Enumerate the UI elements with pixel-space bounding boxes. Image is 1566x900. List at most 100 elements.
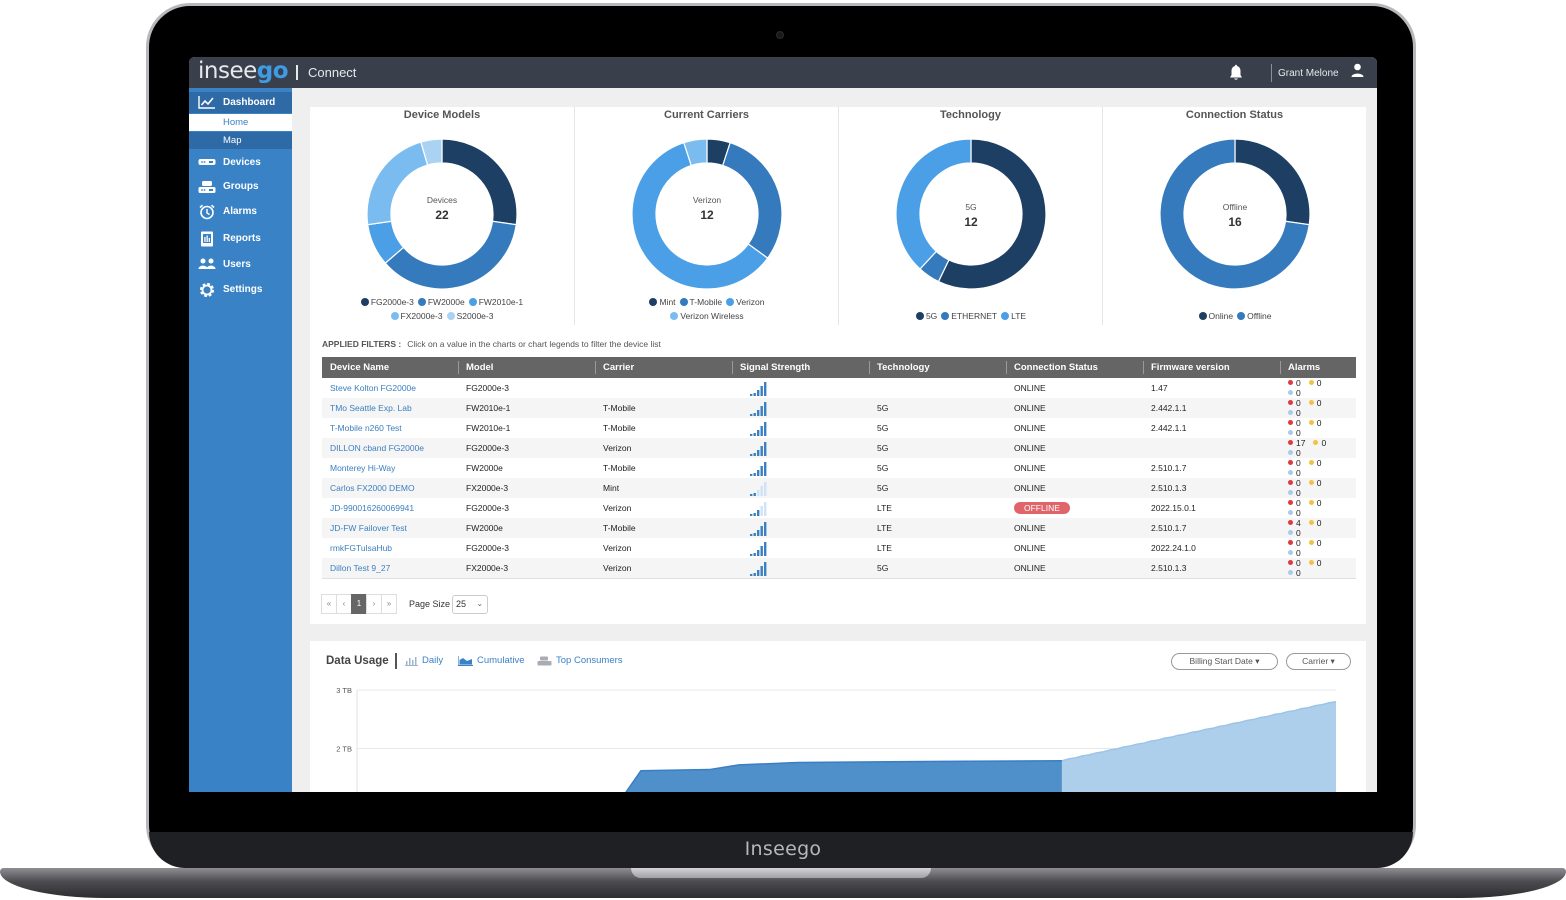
table-row[interactable]: DILLON cband FG2000e FG2000e-3 Verizon 5G ON… xyxy=(322,438,1356,458)
column-header[interactable]: Firmware version xyxy=(1143,357,1280,378)
critical-alarm[interactable]: 0 xyxy=(1288,538,1301,548)
major-alarm[interactable]: 0 xyxy=(1308,478,1321,488)
critical-alarm[interactable]: 0 xyxy=(1288,418,1301,428)
critical-alarm[interactable]: 0 xyxy=(1288,478,1301,488)
legend-item[interactable]: T-Mobile xyxy=(679,295,722,309)
minor-alarm[interactable]: 0 xyxy=(1288,488,1301,498)
sidebar-item-map[interactable]: Map xyxy=(189,132,292,149)
device-name-link[interactable]: DILLON cband FG2000e xyxy=(322,438,458,458)
table-row[interactable]: rmkFGTulsaHub FG2000e-3 Verizon LTE ONLINE 20… xyxy=(322,538,1356,558)
carrier-dropdown[interactable]: Carrier ▾ xyxy=(1286,653,1351,670)
device-name-link-text[interactable]: JD-990016260069941 xyxy=(330,503,414,513)
donut-slice[interactable] xyxy=(384,220,517,289)
device-name-link-text[interactable]: JD-FW Failover Test xyxy=(330,523,407,533)
column-header[interactable]: Technology xyxy=(869,357,1006,378)
sidebar-item-users[interactable]: Users xyxy=(189,254,292,276)
prev-page-button[interactable]: ‹ xyxy=(336,594,352,614)
first-page-button[interactable]: « xyxy=(321,594,337,614)
critical-alarm[interactable]: 0 xyxy=(1288,498,1301,508)
table-row[interactable]: T-Mobile n260 Test FW2010e-1 T-Mobile 5G ONL… xyxy=(322,418,1356,438)
critical-alarm[interactable]: 0 xyxy=(1288,378,1301,388)
column-header[interactable]: Alarms xyxy=(1280,357,1356,378)
table-row[interactable]: Steve Kolton FG2000e FG2000e-3 ONLINE 1.47 0… xyxy=(322,378,1356,398)
device-name-link[interactable]: Carlos FX2000 DEMO xyxy=(322,478,458,498)
inseego-logo[interactable]: inseego xyxy=(198,58,289,84)
tab-top-consumers[interactable]: Top Consumers xyxy=(537,655,623,666)
legend-item[interactable]: FW2010e-1 xyxy=(468,295,523,309)
device-name-link-text[interactable]: Monterey Hi-Way xyxy=(330,463,395,473)
major-alarm[interactable]: 0 xyxy=(1313,438,1326,448)
minor-alarm[interactable]: 0 xyxy=(1288,468,1301,478)
legend-item[interactable]: Mint xyxy=(649,295,676,309)
minor-alarm[interactable]: 0 xyxy=(1288,388,1301,398)
sidebar-item-reports[interactable]: Reports xyxy=(189,228,292,250)
legend-item[interactable]: FX2000e-3 xyxy=(390,309,443,323)
table-row[interactable]: Carlos FX2000 DEMO FX2000e-3 Mint 5G ONLINE 2… xyxy=(322,478,1356,498)
legend-item[interactable]: S2000e-3 xyxy=(446,309,493,323)
column-header[interactable]: Device Name xyxy=(322,357,458,378)
last-page-button[interactable]: » xyxy=(381,594,397,614)
minor-alarm[interactable]: 0 xyxy=(1288,548,1301,558)
critical-alarm[interactable]: 0 xyxy=(1288,558,1301,568)
minor-alarm[interactable]: 0 xyxy=(1288,568,1301,578)
major-alarm[interactable]: 0 xyxy=(1308,398,1321,408)
legend-item[interactable]: FG2000e-3 xyxy=(360,295,414,309)
device-name-link[interactable]: Dillon Test 9_27 xyxy=(322,558,458,579)
device-name-link-text[interactable]: Dillon Test 9_27 xyxy=(330,563,390,573)
device-name-link-text[interactable]: Steve Kolton FG2000e xyxy=(330,383,416,393)
billing-start-date-dropdown[interactable]: Billing Start Date ▾ xyxy=(1171,653,1278,670)
critical-alarm[interactable]: 4 xyxy=(1288,518,1301,528)
sidebar-item-dashboard[interactable]: Dashboard xyxy=(189,92,292,113)
major-alarm[interactable]: 0 xyxy=(1308,538,1321,548)
critical-alarm[interactable]: 17 xyxy=(1288,438,1305,448)
column-header[interactable]: Connection Status xyxy=(1006,357,1143,378)
major-alarm[interactable]: 0 xyxy=(1308,558,1321,568)
device-name-link-text[interactable]: DILLON cband FG2000e xyxy=(330,443,424,453)
tab-cumulative[interactable]: Cumulative xyxy=(458,655,525,666)
device-name-link[interactable]: rmkFGTulsaHub xyxy=(322,538,458,558)
major-alarm[interactable]: 0 xyxy=(1308,458,1321,468)
sidebar-item-home[interactable]: Home xyxy=(189,114,292,131)
device-name-link[interactable]: TMo Seattle Exp. Lab xyxy=(322,398,458,418)
sidebar-item-groups[interactable]: Groups xyxy=(189,176,292,198)
tab-daily[interactable]: Daily xyxy=(405,655,443,666)
device-name-link-text[interactable]: rmkFGTulsaHub xyxy=(330,543,392,553)
sidebar-item-settings[interactable]: Settings xyxy=(189,279,292,301)
legend-item[interactable]: 5G xyxy=(915,309,937,323)
user-icon[interactable] xyxy=(1350,63,1365,78)
column-header[interactable]: Model xyxy=(458,357,595,378)
table-row[interactable]: JD-990016260069941 FG2000e-3 Verizon LTE OFF… xyxy=(322,498,1356,518)
legend-item[interactable]: Verizon Wireless xyxy=(670,309,744,323)
legend-item[interactable]: Offline xyxy=(1237,309,1272,323)
legend-item[interactable]: FW2000e xyxy=(417,295,465,309)
legend-item[interactable]: ETHERNET xyxy=(941,309,997,323)
column-header[interactable]: Carrier xyxy=(595,357,732,378)
minor-alarm[interactable]: 0 xyxy=(1288,528,1301,538)
legend-item[interactable]: LTE xyxy=(1001,309,1026,323)
device-name-link[interactable]: JD-FW Failover Test xyxy=(322,518,458,538)
sidebar-item-alarms[interactable]: Alarms xyxy=(189,201,292,223)
minor-alarm[interactable]: 0 xyxy=(1288,408,1301,418)
table-row[interactable]: JD-FW Failover Test FW2000e T-Mobile LTE ONL… xyxy=(322,518,1356,538)
device-name-link-text[interactable]: T-Mobile n260 Test xyxy=(330,423,402,433)
minor-alarm[interactable]: 0 xyxy=(1288,508,1301,518)
column-header[interactable]: Signal Strength xyxy=(732,357,869,378)
bell-icon[interactable] xyxy=(1227,64,1245,82)
major-alarm[interactable]: 0 xyxy=(1308,418,1321,428)
device-name-link[interactable]: Monterey Hi-Way xyxy=(322,458,458,478)
table-row[interactable]: Dillon Test 9_27 FX2000e-3 Verizon 5G ONLINE… xyxy=(322,558,1356,579)
page-size-select[interactable]: 25 ⌄ xyxy=(452,594,489,614)
table-row[interactable]: TMo Seattle Exp. Lab FW2010e-1 T-Mobile 5G O… xyxy=(322,398,1356,418)
major-alarm[interactable]: 0 xyxy=(1308,518,1321,528)
table-row[interactable]: Monterey Hi-Way FW2000e T-Mobile 5G ONLINE 2.… xyxy=(322,458,1356,478)
page-1-button[interactable]: 1 xyxy=(351,594,367,614)
next-page-button[interactable]: › xyxy=(366,594,382,614)
sidebar-item-devices[interactable]: Devices xyxy=(189,152,292,174)
major-alarm[interactable]: 0 xyxy=(1308,378,1321,388)
minor-alarm[interactable]: 0 xyxy=(1288,448,1301,458)
legend-item[interactable]: Online xyxy=(1198,309,1233,323)
minor-alarm[interactable]: 0 xyxy=(1288,428,1301,438)
user-name[interactable]: Grant Melone xyxy=(1278,68,1339,79)
device-name-link[interactable]: JD-990016260069941 xyxy=(322,498,458,518)
device-name-link-text[interactable]: Carlos FX2000 DEMO xyxy=(330,483,415,493)
